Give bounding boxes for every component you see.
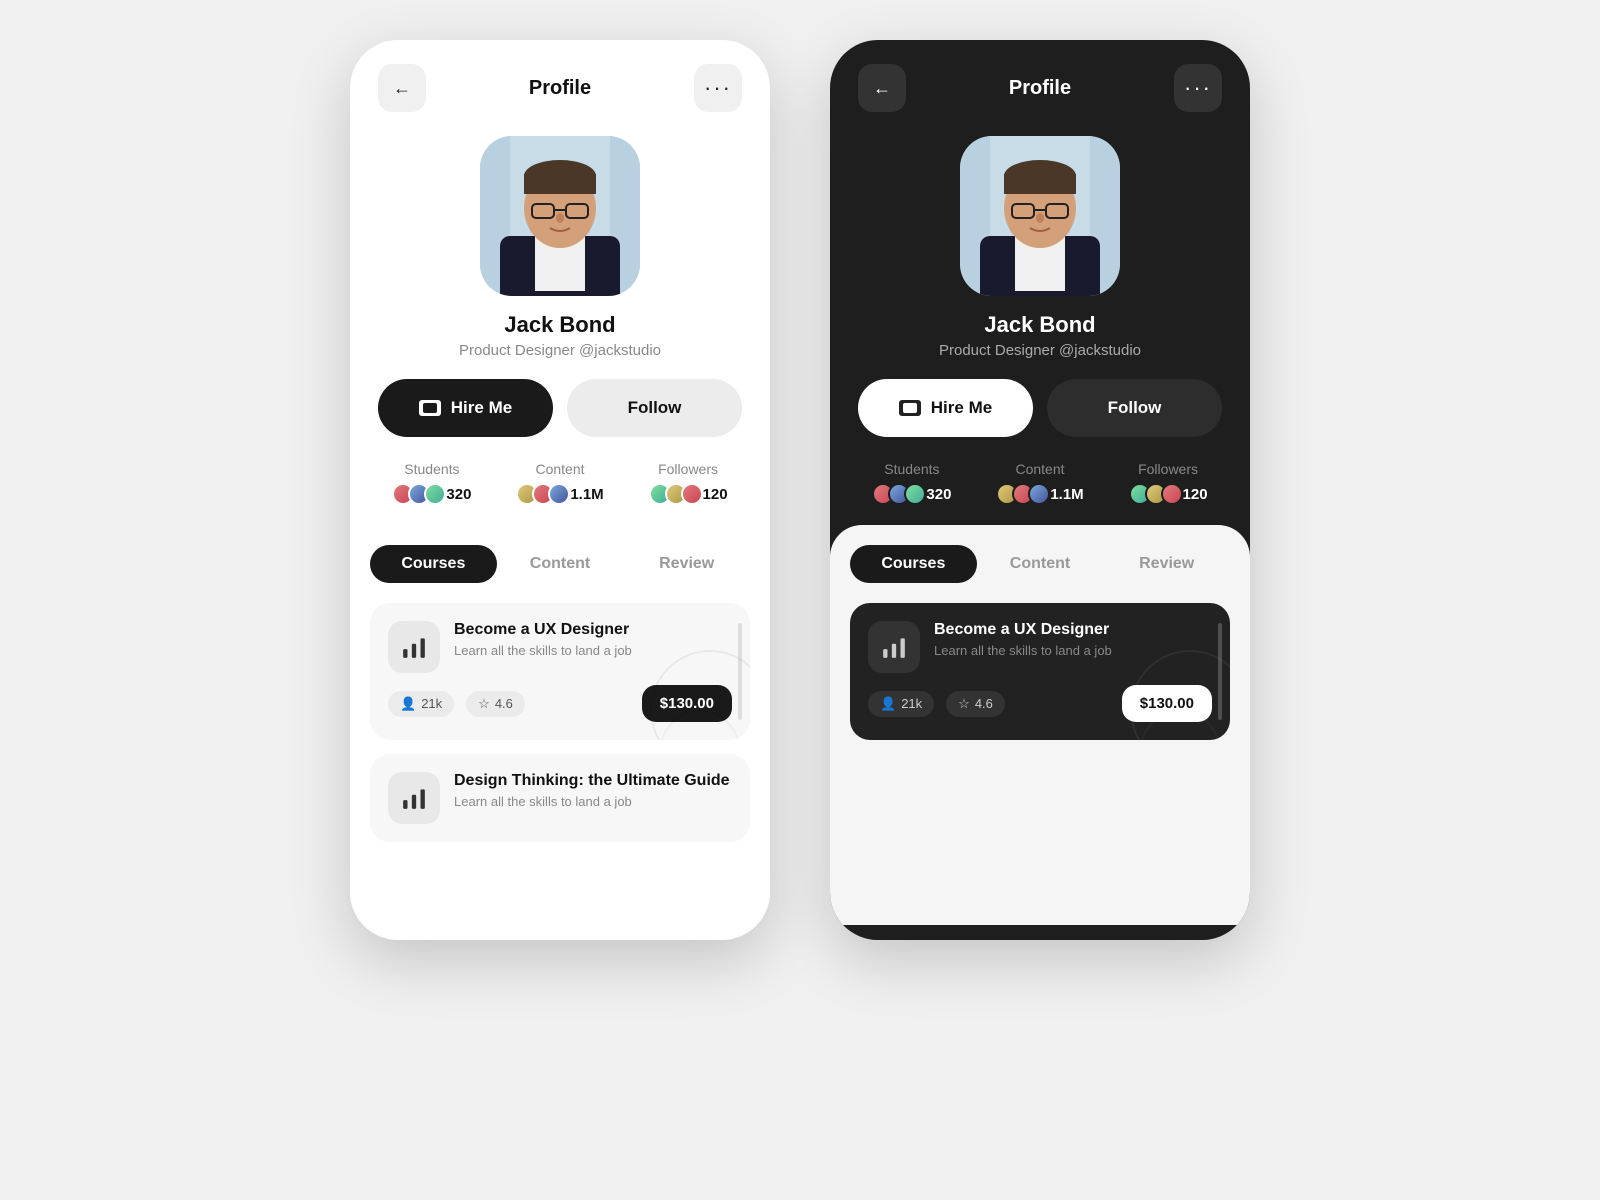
mini-avatar-9	[681, 483, 703, 505]
header-light: ← Profile ···	[350, 40, 770, 128]
price-button-1-dark[interactable]: $130.00	[1122, 685, 1212, 722]
briefcase-icon-dark	[899, 400, 921, 416]
students-pill-1-light: 👤 21k	[388, 691, 454, 717]
btn-row-light: Hire Me Follow	[350, 379, 770, 437]
more-button-light[interactable]: ···	[694, 64, 742, 112]
person-name-light: Jack Bond	[504, 312, 615, 338]
mini-avatar-d3	[904, 483, 926, 505]
mini-avatar-d9	[1161, 483, 1183, 505]
follow-button-dark[interactable]: Follow	[1047, 379, 1222, 437]
rating-pill-1-light: ☆ 4.6	[466, 691, 525, 717]
tab-review-light[interactable]: Review	[623, 545, 750, 583]
bottom-section-dark: Courses Content Review Become a UX Desig…	[830, 525, 1250, 925]
header-dark: ← Profile ···	[830, 40, 1250, 128]
course-title-1-dark: Become a UX Designer	[934, 621, 1112, 639]
stat-count-content-light: 1.1M	[570, 486, 603, 503]
avatar-light	[480, 136, 640, 296]
follow-button-light[interactable]: Follow	[567, 379, 742, 437]
price-button-1-light[interactable]: $130.00	[642, 685, 732, 722]
course-meta-1-dark: 👤 21k ☆ 4.6	[868, 691, 1005, 717]
btn-row-dark: Hire Me Follow	[830, 379, 1250, 437]
course-icon-2-light	[388, 772, 440, 824]
stat-count-students-dark: 320	[926, 486, 951, 503]
course-subtitle-2-light: Learn all the skills to land a job	[454, 794, 730, 809]
tabs-light: Courses Content Review	[370, 545, 750, 583]
briefcase-icon-light	[419, 400, 441, 416]
stat-label-students-light: Students	[404, 461, 459, 477]
stat-label-followers-dark: Followers	[1138, 461, 1198, 477]
course-subtitle-1-light: Learn all the skills to land a job	[454, 643, 632, 658]
scrollbar-d1[interactable]	[1218, 623, 1222, 720]
avatar-dark	[960, 136, 1120, 296]
course-subtitle-1-dark: Learn all the skills to land a job	[934, 643, 1112, 658]
tab-courses-light[interactable]: Courses	[370, 545, 497, 583]
tab-courses-dark[interactable]: Courses	[850, 545, 977, 583]
avatar-image-light	[480, 136, 640, 296]
mini-avatar-3	[424, 483, 446, 505]
rating-pill-1-dark: ☆ 4.6	[946, 691, 1005, 717]
stat-label-students-dark: Students	[884, 461, 939, 477]
scrollbar-1[interactable]	[738, 623, 742, 720]
person-title-dark: Product Designer @jackstudio	[939, 342, 1141, 359]
avatar-section-light: Jack Bond Product Designer @jackstudio	[350, 128, 770, 379]
back-button-light[interactable]: ←	[378, 64, 426, 112]
stat-content-light: Content 1.1M	[516, 461, 603, 505]
stat-label-content-dark: Content	[1015, 461, 1064, 477]
stat-count-followers-dark: 120	[1183, 486, 1208, 503]
more-button-dark[interactable]: ···	[1174, 64, 1222, 112]
avatar-image-dark	[960, 136, 1120, 296]
phone-light: ← Profile ···	[350, 40, 770, 940]
star-icon-1: ☆	[478, 696, 490, 712]
stats-row-dark: Students 320 Content 1.1M	[830, 461, 1250, 525]
course-card-1-dark: Become a UX Designer Learn all the skill…	[850, 603, 1230, 740]
stat-followers-light: Followers 120	[649, 461, 728, 505]
course-title-1-light: Become a UX Designer	[454, 621, 632, 639]
course-card-1-light: Become a UX Designer Learn all the skill…	[370, 603, 750, 740]
stat-content-dark: Content 1.1M	[996, 461, 1083, 505]
course-icon-1-dark	[868, 621, 920, 673]
stat-students-dark: Students 320	[872, 461, 951, 505]
course-meta-1-light: 👤 21k ☆ 4.6	[388, 691, 525, 717]
tabs-dark: Courses Content Review	[850, 545, 1230, 583]
avatar-section-dark: Jack Bond Product Designer @jackstudio	[830, 128, 1250, 379]
course-card-2-light: Design Thinking: the Ultimate Guide Lear…	[370, 754, 750, 842]
star-icon-d1: ☆	[958, 696, 970, 712]
mini-avatar-d6	[1028, 483, 1050, 505]
stat-label-content-light: Content	[535, 461, 584, 477]
tab-content-light[interactable]: Content	[497, 545, 624, 583]
course-icon-1-light	[388, 621, 440, 673]
stat-count-students-light: 320	[446, 486, 471, 503]
stat-label-followers-light: Followers	[658, 461, 718, 477]
students-icon-1: 👤	[400, 696, 416, 712]
stat-followers-dark: Followers 120	[1129, 461, 1208, 505]
stat-count-followers-light: 120	[703, 486, 728, 503]
stat-count-content-dark: 1.1M	[1050, 486, 1083, 503]
page-title-dark: Profile	[1009, 77, 1071, 100]
person-title-light: Product Designer @jackstudio	[459, 342, 661, 359]
students-pill-1-dark: 👤 21k	[868, 691, 934, 717]
bottom-section-light: Courses Content Review Become a UX Desig…	[350, 525, 770, 925]
tab-content-dark[interactable]: Content	[977, 545, 1104, 583]
back-button-dark[interactable]: ←	[858, 64, 906, 112]
person-name-dark: Jack Bond	[984, 312, 1095, 338]
tab-review-dark[interactable]: Review	[1103, 545, 1230, 583]
hire-me-button-light[interactable]: Hire Me	[378, 379, 553, 437]
course-title-2-light: Design Thinking: the Ultimate Guide	[454, 772, 730, 790]
hire-me-button-dark[interactable]: Hire Me	[858, 379, 1033, 437]
phone-dark: ← Profile ···	[830, 40, 1250, 940]
page-title-light: Profile	[529, 77, 591, 100]
students-icon-d1: 👤	[880, 696, 896, 712]
stat-students-light: Students 320	[392, 461, 471, 505]
stats-row-light: Students 320 Content 1.1M	[350, 461, 770, 525]
mini-avatar-6	[548, 483, 570, 505]
